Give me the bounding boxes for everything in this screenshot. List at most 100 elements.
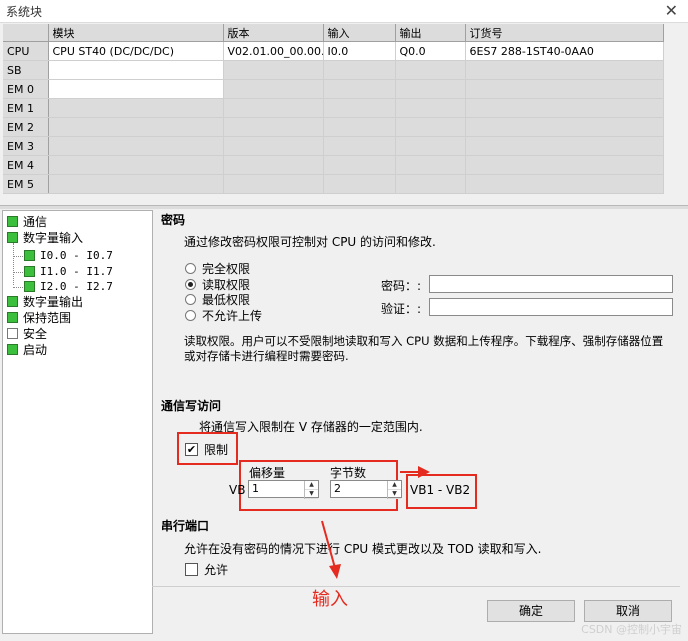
table-cell [323, 98, 396, 118]
tree-item-label: 启动 [23, 343, 48, 357]
tree-item-label: I1.0 - I1.7 [40, 265, 113, 278]
table-cell [395, 174, 466, 194]
security-panel: 密码 通过修改密码权限可控制对 CPU 的访问和修改. 完全权限 读取权限 最低… [152, 210, 680, 632]
ok-button[interactable]: 确定 [487, 600, 575, 622]
row-header: EM 1 [3, 98, 49, 118]
table-cell [223, 136, 324, 156]
table-cell[interactable] [48, 174, 224, 194]
close-icon[interactable]: ✕ [665, 1, 678, 20]
tree-item-security[interactable]: 安全 [7, 326, 47, 342]
column-header-version: 版本 [223, 24, 324, 42]
column-header-output: 输出 [395, 24, 466, 42]
table-cell [223, 60, 324, 80]
table-cell [465, 155, 664, 175]
table-cell[interactable] [48, 98, 224, 118]
tree-item-input-2[interactable]: I2.0 - I2.7 [24, 279, 113, 295]
green-status-icon [7, 296, 18, 307]
table-cell [395, 155, 466, 175]
table-cell[interactable] [48, 117, 224, 137]
tree-connector [13, 243, 14, 285]
tree-item-input-0[interactable]: I0.0 - I0.7 [24, 248, 113, 264]
column-header [3, 24, 49, 42]
table-cell[interactable] [48, 60, 224, 80]
tree-item-label: 安全 [23, 327, 48, 341]
table-cell: I0.0 [323, 41, 396, 61]
table-cell [465, 98, 664, 118]
table-cell: 6ES7 288-1ST40-0AA0 [465, 41, 664, 61]
green-status-icon [24, 265, 35, 277]
row-header: CPU [3, 41, 49, 61]
tree-connector [13, 272, 23, 273]
table-row[interactable]: EM 5 [3, 174, 664, 194]
tree-item-label: 数字量输出 [23, 295, 84, 309]
tree-item-input-1[interactable]: I1.0 - I1.7 [24, 264, 113, 280]
green-status-icon [7, 216, 18, 227]
table-cell [323, 117, 396, 137]
row-header: SB [3, 60, 49, 80]
tree-item-label: 数字量输入 [23, 231, 84, 245]
table-cell [465, 117, 664, 137]
tree-item-comm[interactable]: 通信 [7, 214, 47, 230]
arrow-down-line [321, 520, 336, 569]
tree-item-label: 保持范围 [23, 311, 72, 325]
white-status-icon [7, 328, 18, 339]
tree-item-label: I0.0 - I0.7 [40, 249, 113, 262]
table-cell [395, 117, 466, 137]
table-header-row: 模块 版本 输入 输出 订货号 [3, 24, 664, 42]
table-cell [323, 136, 396, 156]
window-title: 系统块 [6, 5, 43, 19]
table-cell [465, 174, 664, 194]
table-cell [223, 79, 324, 99]
table-cell [465, 136, 664, 156]
row-header: EM 2 [3, 117, 49, 137]
table-cell [465, 79, 664, 99]
table-cell [395, 98, 466, 118]
green-status-icon [7, 312, 18, 323]
table-cell [223, 155, 324, 175]
arrow-down-head [329, 564, 341, 579]
row-header: EM 0 [3, 79, 49, 99]
green-status-icon [7, 232, 18, 243]
table-row[interactable]: EM 0 [3, 79, 664, 99]
table-row[interactable]: EM 1 [3, 98, 664, 118]
row-header: EM 3 [3, 136, 49, 156]
table-cell [323, 79, 396, 99]
table-cell [395, 136, 466, 156]
tree-connector [13, 287, 23, 288]
column-header-order-number: 订货号 [465, 24, 664, 42]
table-row[interactable]: EM 4 [3, 155, 664, 175]
watermark: CSDN @控制小宇宙 [581, 623, 682, 636]
cancel-button[interactable]: 取消 [584, 600, 672, 622]
splitter[interactable] [0, 205, 688, 209]
tree-item-retentive[interactable]: 保持范围 [7, 310, 71, 326]
table-row[interactable]: CPU CPU ST40 (DC/DC/DC) V02.01.00_00.00.… [3, 41, 664, 61]
table-row[interactable]: EM 2 [3, 117, 664, 137]
tree-item-label: I2.0 - I2.7 [40, 280, 113, 293]
tree-item-label: 通信 [23, 215, 48, 229]
table-cell [323, 155, 396, 175]
column-header-input: 输入 [323, 24, 396, 42]
tree-item-digital-input[interactable]: 数字量输入 [7, 230, 83, 246]
tree-item-startup[interactable]: 启动 [7, 342, 47, 358]
table-cell [395, 79, 466, 99]
table-cell [465, 60, 664, 80]
arrow-right-head [418, 466, 430, 478]
table-row[interactable]: EM 3 [3, 136, 664, 156]
table-cell [395, 60, 466, 80]
row-header: EM 5 [3, 174, 49, 194]
tree-item-digital-output[interactable]: 数字量输出 [7, 294, 83, 310]
module-table: 模块 版本 输入 输出 订货号 CPU CPU ST40 (DC/DC/DC) … [3, 24, 664, 194]
table-cell[interactable] [48, 155, 224, 175]
green-status-icon [24, 280, 35, 292]
green-status-icon [24, 249, 35, 261]
table-row[interactable]: SB [3, 60, 664, 80]
table-cell[interactable]: CPU ST40 (DC/DC/DC) [48, 41, 224, 61]
table-cell [323, 60, 396, 80]
settings-tree: 通信 数字量输入 I0.0 - I0.7 I1.0 - I1.7 I2.0 - … [2, 210, 153, 634]
column-header-module: 模块 [48, 24, 224, 42]
table-cell[interactable] [48, 79, 224, 99]
table-cell[interactable] [48, 136, 224, 156]
row-header: EM 4 [3, 155, 49, 175]
table-cell: V02.01.00_00.00... [223, 41, 324, 61]
annotation-arrows [321, 466, 430, 579]
